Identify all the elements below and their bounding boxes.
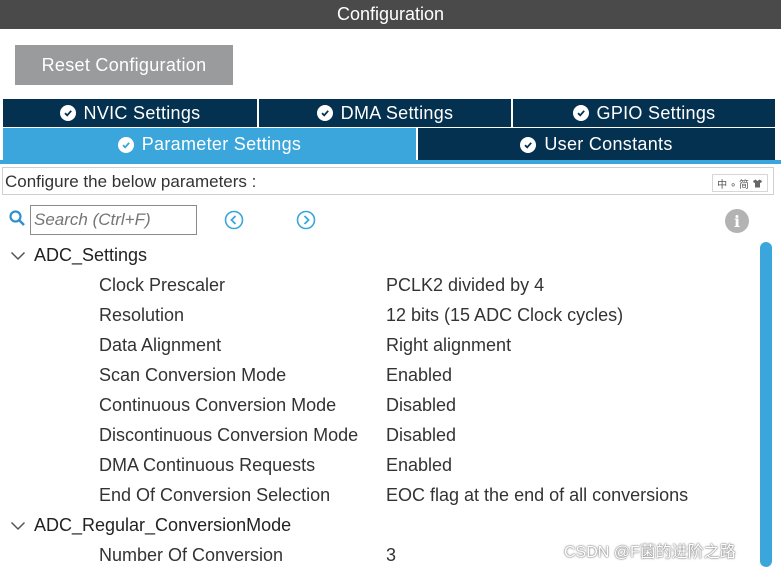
param-label: Continuous Conversion Mode bbox=[99, 395, 337, 415]
param-row[interactable]: Continuous Conversion Mode Disabled bbox=[0, 392, 760, 422]
param-value[interactable]: 3 bbox=[386, 545, 396, 566]
ime-shirt-icon bbox=[753, 179, 762, 187]
param-label: DMA Continuous Requests bbox=[99, 455, 316, 475]
param-row[interactable]: End Of Conversion Selection EOC flag at … bbox=[0, 482, 760, 512]
tab-label: NVIC Settings bbox=[83, 102, 201, 123]
tab-gpio-settings[interactable]: GPIO Settings bbox=[513, 99, 775, 127]
tab-row-2: Parameter Settings User Constants bbox=[3, 128, 775, 161]
param-label: Discontinuous Conversion Mode bbox=[99, 425, 359, 445]
param-value[interactable]: 12 bits (15 ADC Clock cycles) bbox=[386, 305, 623, 326]
param-value[interactable]: PCLK2 divided by 4 bbox=[386, 275, 544, 296]
window-title: Configuration bbox=[336, 4, 445, 24]
configure-prompt: Configure the below parameters : bbox=[5, 172, 257, 191]
param-value[interactable]: EOC flag at the end of all conversions bbox=[386, 485, 688, 506]
check-icon bbox=[117, 136, 134, 153]
group-adc-settings[interactable]: ADC_Settings bbox=[10, 245, 147, 266]
configure-prompt-bar: Configure the below parameters : 中 ∘ 简 bbox=[2, 167, 774, 195]
search-icon[interactable] bbox=[9, 210, 26, 227]
search-input[interactable] bbox=[30, 205, 197, 235]
group-title: ADC_Settings bbox=[34, 245, 148, 265]
vertical-scrollbar[interactable] bbox=[760, 242, 772, 567]
group-adc-regular-conversion-mode[interactable]: ADC_Regular_ConversionMode bbox=[10, 515, 291, 536]
ime-text: 中 ∘ 简 bbox=[717, 179, 749, 191]
parameter-panel: Configure the below parameters : 中 ∘ 简 i… bbox=[0, 164, 781, 567]
param-row[interactable]: Discontinuous Conversion Mode Disabled bbox=[0, 422, 760, 452]
param-row[interactable]: Resolution 12 bits (15 ADC Clock cycles) bbox=[0, 302, 760, 332]
group-title: ADC_Regular_ConversionMode bbox=[34, 515, 292, 535]
param-row[interactable]: Clock Prescaler PCLK2 divided by 4 bbox=[0, 272, 760, 302]
tab-label: User Constants bbox=[544, 134, 673, 154]
tab-parameter-settings[interactable]: Parameter Settings bbox=[3, 128, 418, 161]
previous-result-icon[interactable] bbox=[224, 210, 244, 230]
check-icon bbox=[520, 136, 537, 153]
reset-configuration-button[interactable]: Reset Configuration bbox=[15, 45, 233, 85]
param-row[interactable]: Data Alignment Right alignment bbox=[0, 332, 760, 362]
info-icon[interactable]: i bbox=[725, 209, 749, 233]
tab-row-1: NVIC Settings DMA Settings GPIO Settings bbox=[3, 99, 775, 127]
param-row[interactable]: Scan Conversion Mode Enabled bbox=[0, 362, 760, 392]
param-row[interactable]: DMA Continuous Requests Enabled bbox=[0, 452, 760, 482]
tab-label: Parameter Settings bbox=[141, 134, 302, 154]
next-result-icon[interactable] bbox=[296, 210, 316, 230]
param-value[interactable]: Enabled bbox=[386, 365, 452, 386]
check-icon bbox=[316, 105, 333, 121]
tab-label: DMA Settings bbox=[340, 102, 454, 123]
ime-indicator: 中 ∘ 简 bbox=[712, 174, 768, 192]
param-value[interactable]: Right alignment bbox=[386, 335, 511, 356]
param-value[interactable]: Disabled bbox=[386, 425, 456, 446]
param-value[interactable]: Enabled bbox=[386, 455, 452, 476]
watermark: CSDN @F菌的进阶之路 bbox=[564, 544, 736, 561]
chevron-down-icon[interactable] bbox=[10, 521, 26, 531]
tab-label: GPIO Settings bbox=[596, 102, 716, 123]
check-icon bbox=[59, 105, 76, 121]
param-label: End Of Conversion Selection bbox=[99, 485, 331, 505]
param-label: Resolution bbox=[99, 305, 185, 325]
check-icon bbox=[572, 105, 589, 121]
tab-nvic-settings[interactable]: NVIC Settings bbox=[3, 99, 259, 127]
param-label: Data Alignment bbox=[99, 335, 222, 355]
chevron-down-icon[interactable] bbox=[10, 251, 26, 261]
tab-user-constants[interactable]: User Constants bbox=[418, 128, 775, 161]
param-label: Clock Prescaler bbox=[99, 275, 226, 295]
tab-dma-settings[interactable]: DMA Settings bbox=[259, 99, 513, 127]
param-label: Scan Conversion Mode bbox=[99, 365, 287, 385]
param-label: Number Of Conversion bbox=[99, 545, 284, 565]
param-value[interactable]: Disabled bbox=[386, 395, 456, 416]
window-title-bar: Configuration bbox=[0, 0, 781, 29]
